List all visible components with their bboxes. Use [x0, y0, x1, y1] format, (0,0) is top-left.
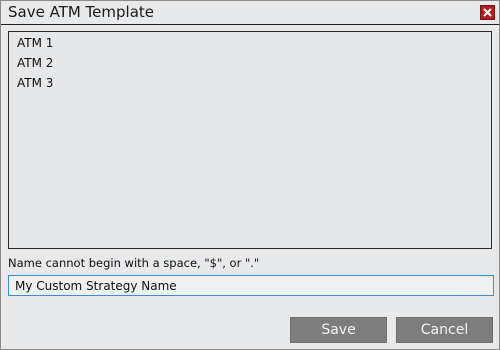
- close-x-icon: [483, 8, 492, 17]
- title-bar: Save ATM Template: [1, 1, 499, 25]
- atm-template-list[interactable]: ATM 1 ATM 2 ATM 3: [8, 31, 492, 249]
- list-item-atm-3[interactable]: ATM 3: [17, 74, 53, 92]
- window-title: Save ATM Template: [8, 3, 155, 21]
- cancel-button[interactable]: Cancel: [396, 317, 493, 343]
- save-button[interactable]: Save: [290, 317, 387, 343]
- name-validation-hint: Name cannot begin with a space, "$", or …: [8, 256, 260, 270]
- save-atm-template-dialog: Save ATM Template ATM 1 ATM 2 ATM 3 Name…: [0, 0, 500, 350]
- list-item-atm-2[interactable]: ATM 2: [17, 54, 53, 72]
- close-button[interactable]: [480, 5, 495, 20]
- list-item-atm-1[interactable]: ATM 1: [17, 34, 53, 52]
- template-name-input[interactable]: [8, 275, 494, 296]
